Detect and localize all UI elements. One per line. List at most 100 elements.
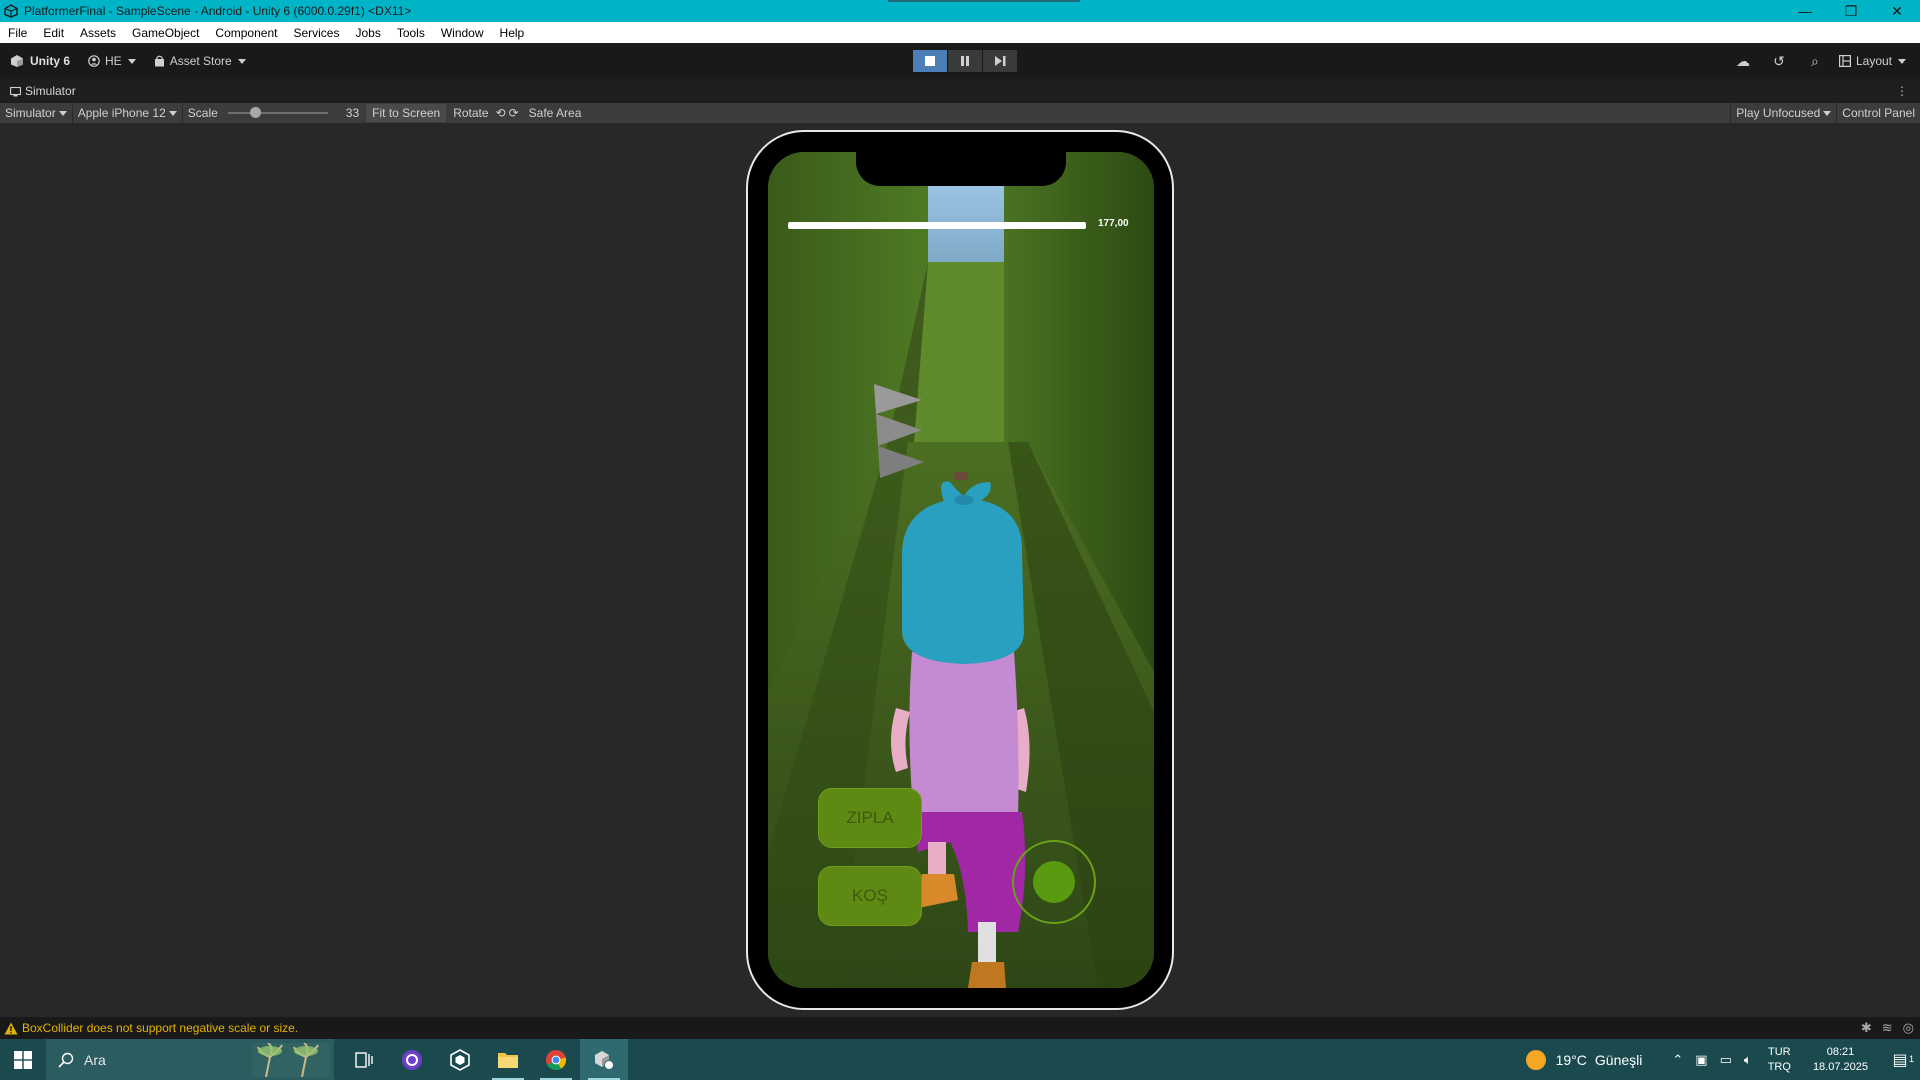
menu-tools[interactable]: Tools — [389, 26, 433, 40]
cloud-icon[interactable]: ☁ — [1725, 53, 1761, 70]
editor-tab-bar: Simulator ⋮ — [0, 79, 1920, 103]
task-view-icon — [355, 1051, 373, 1068]
titlebar-accent — [888, 0, 1080, 2]
notification-icon: ▤ — [1892, 1051, 1908, 1069]
search-icon — [58, 1052, 74, 1068]
menu-edit[interactable]: Edit — [35, 26, 72, 40]
scale-value: 33 — [345, 106, 360, 120]
sun-icon — [1525, 1049, 1546, 1070]
menu-file[interactable]: File — [0, 26, 35, 40]
play-mode-label: Play Unfocused — [1736, 106, 1821, 120]
scale-slider-knob[interactable] — [249, 107, 261, 118]
tab-simulator[interactable]: Simulator — [10, 84, 76, 98]
menu-assets[interactable]: Assets — [72, 26, 124, 40]
simulator-toolbar: Simulator Apple iPhone 12 Scale 33 Fit t… — [0, 103, 1920, 123]
device-dropdown[interactable]: Apple iPhone 12 — [73, 103, 183, 123]
unity-hub-icon — [450, 1048, 470, 1071]
device-label: Apple iPhone 12 — [77, 106, 166, 120]
rotate-right-icon[interactable]: ⟳ — [509, 106, 519, 120]
run-button[interactable]: KOŞ — [818, 866, 922, 926]
more-options-icon[interactable]: ⋮ — [1896, 84, 1908, 98]
asset-store-label: Asset Store — [169, 54, 232, 68]
notification-center-button[interactable]: ▤ 1 — [1880, 1050, 1920, 1070]
chevron-down-icon — [237, 58, 246, 64]
warning-icon — [4, 1022, 18, 1034]
stop-button[interactable] — [913, 50, 947, 72]
jump-button-label: ZIPLA — [846, 808, 894, 827]
layout-icon — [1838, 55, 1851, 67]
taskbar-app-github[interactable] — [388, 1039, 436, 1080]
layout-dropdown[interactable]: Layout — [1838, 54, 1906, 68]
asset-store-dropdown[interactable]: Asset Store — [154, 54, 246, 68]
main-toolbar: Unity 6 HE Asset Store ☁ ↺ ⌕ Layout — [0, 43, 1920, 79]
pause-button[interactable] — [948, 50, 982, 72]
layout-label: Layout — [1855, 54, 1892, 68]
console-status-bar[interactable]: BoxCollider does not support negative sc… — [0, 1017, 1920, 1039]
device-notch — [856, 152, 1066, 186]
unity-editor-icon — [595, 1050, 614, 1070]
rotate-left-icon[interactable]: ⟲ — [496, 106, 506, 120]
lang-top: TUR — [1768, 1045, 1791, 1058]
taskbar-app-chrome[interactable] — [532, 1039, 580, 1080]
simulator-mode-dropdown[interactable]: Simulator — [0, 103, 73, 123]
safe-area-label: Safe Area — [528, 106, 582, 120]
weather-widget[interactable]: 19°C Güneşli — [1525, 1049, 1643, 1070]
network-icon[interactable]: ▭ — [1720, 1052, 1732, 1068]
unity-cube-icon — [11, 55, 23, 67]
window-titlebar: PlatformerFinal - SampleScene - Android … — [0, 0, 1920, 22]
game-screen[interactable]: 177,00 ZIPLA KOŞ — [768, 152, 1154, 988]
taskbar-app-file-explorer[interactable] — [484, 1039, 532, 1080]
safe-area-toggle[interactable]: Safe Area — [524, 103, 587, 123]
windows-logo-icon — [14, 1050, 32, 1069]
scale-label: Scale — [187, 106, 218, 120]
menu-window[interactable]: Window — [433, 26, 492, 40]
windows-taskbar: Ara 19°C Güneşli ⌃ ▣ ▭ 🔈︎ TUR TRQ 08:21 … — [0, 1039, 1920, 1080]
control-panel-button[interactable]: Control Panel — [1837, 103, 1920, 123]
search-icon[interactable]: ⌕ — [1797, 53, 1833, 70]
scale-control: Scale 33 — [183, 103, 364, 123]
taskbar-app-unity-editor[interactable] — [580, 1039, 628, 1080]
taskbar-clock[interactable]: 08:21 18.07.2025 — [1813, 1045, 1868, 1075]
weather-condition: Güneşli — [1594, 1051, 1643, 1068]
layers-icon[interactable]: ≋ — [1882, 1020, 1893, 1036]
menu-help[interactable]: Help — [492, 26, 533, 40]
start-button[interactable] — [0, 1039, 46, 1080]
close-button[interactable]: ✕ — [1874, 0, 1920, 22]
rotate-control: Rotate ⟲ ⟳ — [448, 103, 523, 123]
health-bar — [788, 222, 1086, 229]
step-button[interactable] — [983, 50, 1017, 72]
fit-to-screen-button[interactable]: Fit to Screen — [366, 104, 447, 122]
jump-button[interactable]: ZIPLA — [818, 788, 922, 848]
input-language[interactable]: TUR TRQ — [1768, 1045, 1791, 1075]
clock-date: 18.07.2025 — [1812, 1060, 1868, 1073]
chevron-down-icon — [1898, 58, 1906, 64]
shopping-bag-icon — [154, 55, 164, 67]
account-dropdown[interactable]: HE — [88, 54, 136, 68]
meet-now-icon[interactable]: ▣ — [1695, 1052, 1707, 1068]
check-icon[interactable]: ◎ — [1903, 1020, 1914, 1036]
scale-slider[interactable] — [227, 107, 328, 118]
rotate-label: Rotate — [453, 106, 489, 120]
chevron-up-icon[interactable]: ⌃ — [1672, 1052, 1683, 1068]
restore-button[interactable]: ❐ — [1828, 0, 1874, 22]
taskbar-app-unity-hub[interactable] — [436, 1039, 484, 1080]
bug-icon[interactable]: ✱ — [1861, 1020, 1872, 1036]
history-icon[interactable]: ↺ — [1761, 53, 1797, 70]
volume-icon[interactable]: 🔈︎ — [1744, 1052, 1752, 1068]
menu-jobs[interactable]: Jobs — [347, 26, 388, 40]
unity-version-button[interactable]: Unity 6 — [10, 54, 70, 68]
search-highlight-icon — [252, 1043, 330, 1077]
taskbar-search[interactable]: Ara — [46, 1039, 334, 1080]
menu-component[interactable]: Component — [207, 26, 285, 40]
minimize-button[interactable]: — — [1782, 0, 1828, 22]
folder-icon — [498, 1052, 518, 1068]
menu-services[interactable]: Services — [285, 26, 347, 40]
play-controls — [913, 50, 1018, 72]
chevron-down-icon — [58, 110, 67, 116]
device-frame: 177,00 ZIPLA KOŞ — [746, 130, 1174, 1010]
task-view-button[interactable] — [340, 1039, 388, 1080]
stop-icon — [925, 56, 935, 66]
menu-gameobject[interactable]: GameObject — [124, 26, 207, 40]
joystick-knob[interactable] — [1033, 861, 1075, 903]
play-mode-dropdown[interactable]: Play Unfocused — [1730, 103, 1838, 123]
